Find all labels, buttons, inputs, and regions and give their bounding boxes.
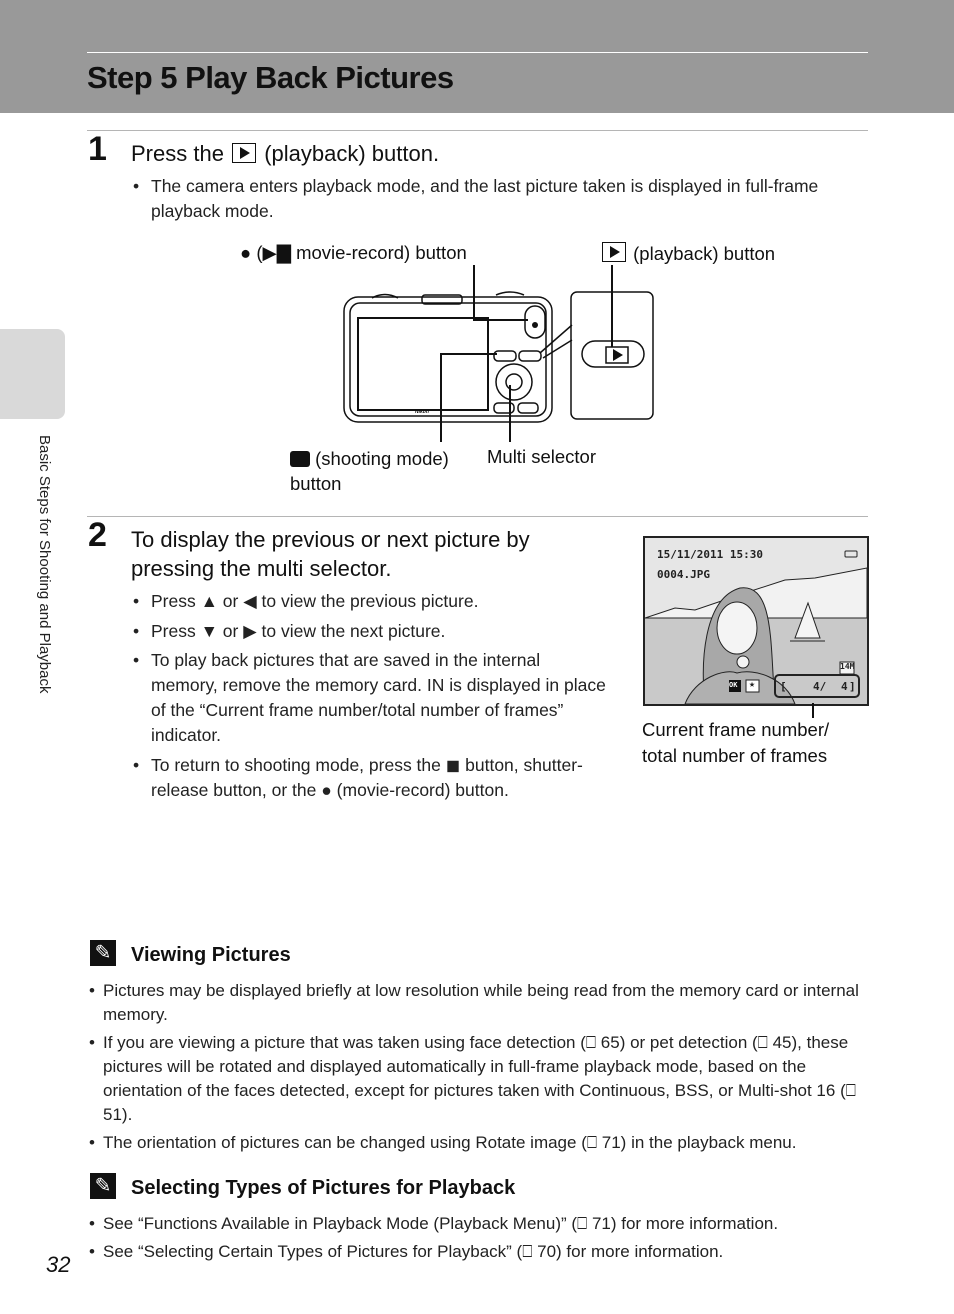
header-rule [87, 52, 868, 53]
paperclip-icon: ✎ [90, 1173, 116, 1199]
step1-title-pre: Press the [131, 141, 224, 166]
step1-number: 1 [88, 130, 107, 168]
step2-bullet: To play back pictures that are saved in … [133, 648, 611, 748]
frame-total: 4 [841, 680, 848, 693]
shooting-mode-label: (shooting mode) button [290, 448, 449, 494]
playback-scene [645, 538, 867, 704]
playback-button-drawing [518, 350, 542, 362]
frame-current: 4/ [813, 680, 827, 693]
chapter-tab [0, 329, 65, 419]
multi-selector-drawing [495, 363, 533, 401]
camera-icon [290, 451, 310, 467]
chapter-label: Basic Steps for Shooting and Playback [36, 435, 53, 694]
step2-title: To display the previous or next picture … [131, 527, 530, 581]
camera-brand: Nikon [415, 409, 429, 415]
camera-diagram: Nikon [343, 265, 654, 442]
note2-bullet: See “Functions Available in Playback Mod… [89, 1212, 868, 1236]
step1-title-post: (playback) button. [264, 141, 440, 166]
playback-icon [602, 242, 626, 262]
step2-rule [87, 516, 868, 517]
step2-bullet: To return to shooting mode, press the ◼ … [133, 753, 611, 803]
star-icon: ★ [749, 679, 756, 690]
frame-bracket-close: ] [849, 680, 856, 693]
playback-icon [232, 143, 257, 163]
step1-bullet: The camera enters playback mode, and the… [133, 174, 871, 224]
frame-bracket-open: [ [780, 680, 787, 693]
image-size-indicator: 14M [840, 662, 855, 671]
page-title: Step 5 Play Back Pictures [87, 60, 454, 95]
page-number: 32 [46, 1252, 71, 1277]
movie-camera-icon: ▶▇ [262, 242, 291, 263]
playback-screen-illustration: 15/11/2011 15:30 0004.JPG 14M OK ★ [ 4/ … [643, 536, 869, 706]
note1-bullet: If you are viewing a picture that was ta… [89, 1031, 868, 1127]
lcd-filename: 0004.JPG [657, 568, 710, 581]
note1-title: Viewing Pictures [131, 944, 291, 966]
movie-record-label: ● (▶▇ movie-record) button [240, 242, 467, 263]
step1-rule [87, 130, 868, 131]
shooting-mode-button-drawing [493, 350, 517, 362]
note1-bullet: The orientation of pictures can be chang… [89, 1131, 868, 1155]
step2-number: 2 [88, 516, 107, 554]
step2-bullet: Press ▼ or ▶ to view the next picture. [133, 619, 611, 644]
frame-leader-line [812, 703, 814, 718]
frame-number-caption: Current frame number/ total number of fr… [642, 719, 830, 766]
ok-icon: OK [729, 681, 738, 689]
playback-button-label: (playback) button [600, 242, 775, 265]
paperclip-icon: ✎ [90, 940, 116, 966]
note1-bullet: Pictures may be displayed briefly at low… [89, 979, 863, 1027]
lcd-datetime: 15/11/2011 15:30 [657, 548, 763, 561]
multi-selector-label: Multi selector [487, 446, 596, 467]
note2-title: Selecting Types of Pictures for Playback [131, 1177, 516, 1199]
step2-bullet: Press ▲ or ◀ to view the previous pictur… [133, 589, 611, 614]
step1-title: Press the (playback) button. [131, 139, 439, 168]
power-button [495, 291, 525, 296]
note2-bullet: See “Selecting Certain Types of Pictures… [89, 1240, 868, 1264]
header-band [0, 0, 954, 113]
